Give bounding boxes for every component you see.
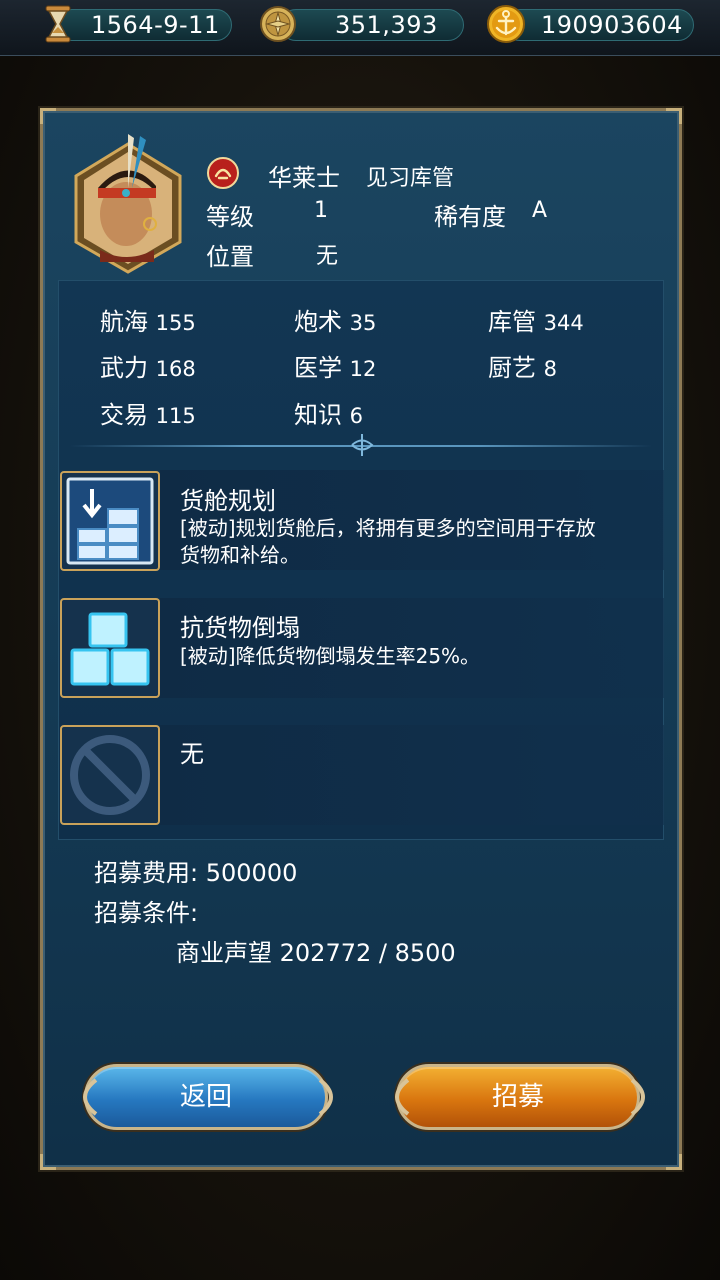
condition-name: 商业声望 — [176, 939, 272, 967]
divider-ornament-icon — [351, 434, 374, 456]
stat-label: 交易 — [100, 401, 148, 429]
gold-display: 190903604 — [504, 9, 694, 41]
officer-name: 华莱士 — [268, 164, 340, 192]
button-ornament-icon — [395, 1078, 410, 1116]
officer-title: 见习库管 — [366, 166, 455, 191]
anchor-gold-icon — [487, 5, 525, 43]
skill-desc: 货物和补给。 — [180, 543, 300, 567]
stat-label: 武力 — [100, 354, 148, 382]
hourglass-icon — [45, 5, 71, 43]
frame-corner — [666, 108, 682, 124]
none-icon — [70, 735, 150, 815]
stat-value: 168 — [155, 357, 196, 381]
stat-label: 库管 — [488, 308, 536, 336]
skill-name: 货舱规划 — [180, 487, 276, 515]
frame-corner — [40, 1154, 56, 1170]
frame-corner — [40, 108, 56, 124]
skill-slot[interactable] — [60, 471, 160, 571]
level-label: 等级 — [206, 203, 254, 231]
stat-trade: 交易 115 — [100, 395, 196, 430]
recruit-cost: 招募费用: 500000 — [94, 853, 297, 888]
officer-portrait-avatar — [74, 134, 182, 274]
skill-desc: [被动]规划货舱后，将拥有更多的空间用于存放 — [180, 516, 596, 540]
stat-value: 6 — [349, 404, 364, 428]
stat-gunnery: 炮术 35 — [294, 302, 376, 337]
stat-value: 344 — [543, 311, 584, 335]
recruit-button[interactable]: 招募 — [396, 1064, 640, 1130]
recruit-cost-value: 500000 — [205, 859, 298, 887]
stat-knowledge: 知识 6 — [294, 395, 363, 430]
cube-stack-icon — [70, 612, 150, 686]
stat-label: 航海 — [100, 308, 148, 336]
condition-value: 202772 / 8500 — [279, 939, 456, 967]
date-display: 1564-9-11 — [56, 9, 232, 41]
stat-value: 155 — [155, 311, 196, 335]
position-label: 位置 — [206, 243, 254, 271]
frame-corner — [666, 1154, 682, 1170]
stat-label: 炮术 — [294, 308, 342, 336]
stat-label: 厨艺 — [488, 354, 536, 382]
skill-slot[interactable] — [60, 725, 160, 825]
skill-name: 无 — [180, 740, 204, 768]
coin-value: 351,393 — [335, 11, 438, 39]
stat-value: 115 — [155, 404, 196, 428]
stat-label: 医学 — [294, 354, 342, 382]
button-ornament-icon — [83, 1078, 98, 1116]
level-value: 1 — [314, 198, 328, 223]
cargo-stack-icon — [66, 477, 154, 565]
rarity-label: 稀有度 — [434, 203, 506, 231]
recruit-condition-label: 招募条件: — [94, 899, 199, 927]
back-button[interactable]: 返回 — [84, 1064, 328, 1130]
rarity-value: A — [532, 198, 548, 223]
stat-value: 8 — [543, 357, 558, 381]
stat-value: 35 — [349, 311, 377, 335]
stat-storage: 库管 344 — [488, 302, 584, 337]
stat-navigation: 航海 155 — [100, 302, 196, 337]
skill-row — [160, 725, 664, 825]
button-ornament-icon — [318, 1078, 333, 1116]
date-value: 1564-9-11 — [91, 11, 220, 39]
stat-cooking: 厨艺 8 — [488, 348, 557, 383]
stat-value: 12 — [349, 357, 377, 381]
recruit-condition: 商业声望 202772 / 8500 — [176, 933, 456, 968]
stat-label: 知识 — [294, 401, 342, 429]
coin-display: 351,393 — [280, 9, 464, 41]
skill-name: 抗货物倒塌 — [180, 614, 300, 642]
nation-emblem-icon — [207, 157, 239, 189]
skill-desc: [被动]降低货物倒塌发生率25%。 — [180, 644, 481, 668]
position-value: 无 — [316, 244, 339, 269]
recruit-cost-label: 招募费用: — [94, 859, 199, 887]
button-ornament-icon — [630, 1078, 645, 1116]
stat-medicine: 医学 12 — [294, 348, 376, 383]
gold-value: 190903604 — [541, 11, 683, 39]
status-bar: 1564-9-11 351,393 190903604 — [0, 0, 720, 56]
stat-combat: 武力 168 — [100, 348, 196, 383]
compass-coin-icon — [260, 6, 296, 42]
skill-slot[interactable] — [60, 598, 160, 698]
